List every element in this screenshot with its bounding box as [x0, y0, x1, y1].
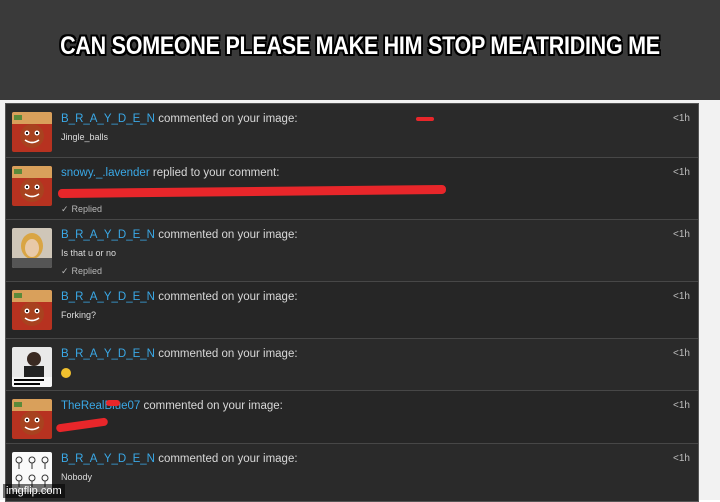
replied-label: Replied: [71, 204, 103, 214]
notification-headline: B_R_A_Y_D_E_N commented on your image:: [61, 291, 298, 303]
notification-row[interactable]: B_R_A_Y_D_E_N commented on your image: <…: [6, 282, 698, 339]
notification-headline: B_R_A_Y_D_E_N commented on your image:: [61, 453, 298, 465]
notification-time: <1h: [673, 453, 690, 464]
username-link[interactable]: B_R_A_Y_D_E_N: [61, 113, 155, 125]
notification-headline: B_R_A_Y_D_E_N commented on your image:: [61, 229, 298, 241]
checkmark-icon: ✓: [61, 266, 69, 276]
notification-time: <1h: [673, 167, 690, 178]
notification-comment: [61, 367, 71, 378]
notification-comment: Nobody: [61, 472, 93, 482]
meme-caption: CAN SOMEONE PLEASE MAKE HIM STOP MEATRID…: [60, 32, 660, 60]
red-scribble: [57, 184, 447, 199]
gingerbread-icon[interactable]: [12, 112, 52, 152]
notification-row[interactable]: B_R_A_Y_D_E_N commented on your image: <…: [6, 444, 698, 501]
notification-row[interactable]: TheRealBlue07 commented on your image: <…: [6, 391, 698, 444]
username-link[interactable]: snowy._.lavender: [61, 167, 150, 179]
replied-status: ✓ Replied: [61, 266, 102, 277]
caption-band: CAN SOMEONE PLEASE MAKE HIM STOP MEATRID…: [0, 0, 720, 100]
notification-headline: TheRealBlue07 commented on your image:: [61, 400, 283, 412]
username-link[interactable]: TheRealBlue07: [61, 400, 140, 412]
replied-status: ✓ Replied: [61, 204, 102, 215]
notification-action: commented on your image:: [158, 453, 298, 465]
notification-comment: Forking?: [61, 310, 97, 320]
notification-time: <1h: [673, 291, 690, 302]
notification-action: commented on your image:: [158, 291, 298, 303]
notification-row[interactable]: B_R_A_Y_D_E_N commented on your image: <…: [6, 339, 698, 391]
red-scribble: [55, 417, 109, 433]
checkmark-icon: ✓: [61, 204, 69, 214]
notification-action: replied to your comment:: [152, 167, 280, 179]
notification-headline: B_R_A_Y_D_E_N commented on your image:: [61, 348, 298, 360]
notification-action: commented on your image:: [143, 400, 283, 412]
notification-action: commented on your image:: [158, 348, 298, 360]
thinking-emoji-icon: [61, 367, 71, 378]
photo-thumbnail-icon[interactable]: [12, 347, 52, 387]
screenshot-frame: B_R_A_Y_D_E_N commented on your image: <…: [0, 100, 720, 502]
username-link[interactable]: B_R_A_Y_D_E_N: [61, 229, 155, 241]
notifications-panel: B_R_A_Y_D_E_N commented on your image: <…: [5, 103, 699, 502]
gingerbread-icon[interactable]: [12, 290, 52, 330]
watermark: imgflip.com: [3, 484, 65, 498]
username-link[interactable]: B_R_A_Y_D_E_N: [61, 348, 155, 360]
notification-row[interactable]: snowy._.lavender replied to your comment…: [6, 158, 698, 220]
notification-headline: B_R_A_Y_D_E_N commented on your image:: [61, 113, 298, 125]
notification-time: <1h: [673, 229, 690, 240]
notification-time: <1h: [673, 400, 690, 411]
username-link[interactable]: B_R_A_Y_D_E_N: [61, 291, 155, 303]
gingerbread-icon[interactable]: [12, 166, 52, 206]
notification-action: commented on your image:: [158, 113, 298, 125]
gingerbread-icon[interactable]: [12, 399, 52, 439]
notification-headline: snowy._.lavender replied to your comment…: [61, 167, 279, 179]
notification-comment: Jingle_balls: [61, 132, 109, 142]
notification-row[interactable]: B_R_A_Y_D_E_N commented on your image: <…: [6, 220, 698, 282]
notification-time: <1h: [673, 113, 690, 124]
notification-action: commented on your image:: [158, 229, 298, 241]
red-scribble: [106, 400, 120, 406]
notification-comment: Is that u or no: [61, 248, 117, 258]
notification-time: <1h: [673, 348, 690, 359]
red-scribble: [416, 117, 434, 121]
notification-row[interactable]: B_R_A_Y_D_E_N commented on your image: <…: [6, 104, 698, 158]
photo-thumbnail-icon[interactable]: [12, 228, 52, 268]
replied-label: Replied: [71, 266, 103, 276]
username-link[interactable]: B_R_A_Y_D_E_N: [61, 453, 155, 465]
